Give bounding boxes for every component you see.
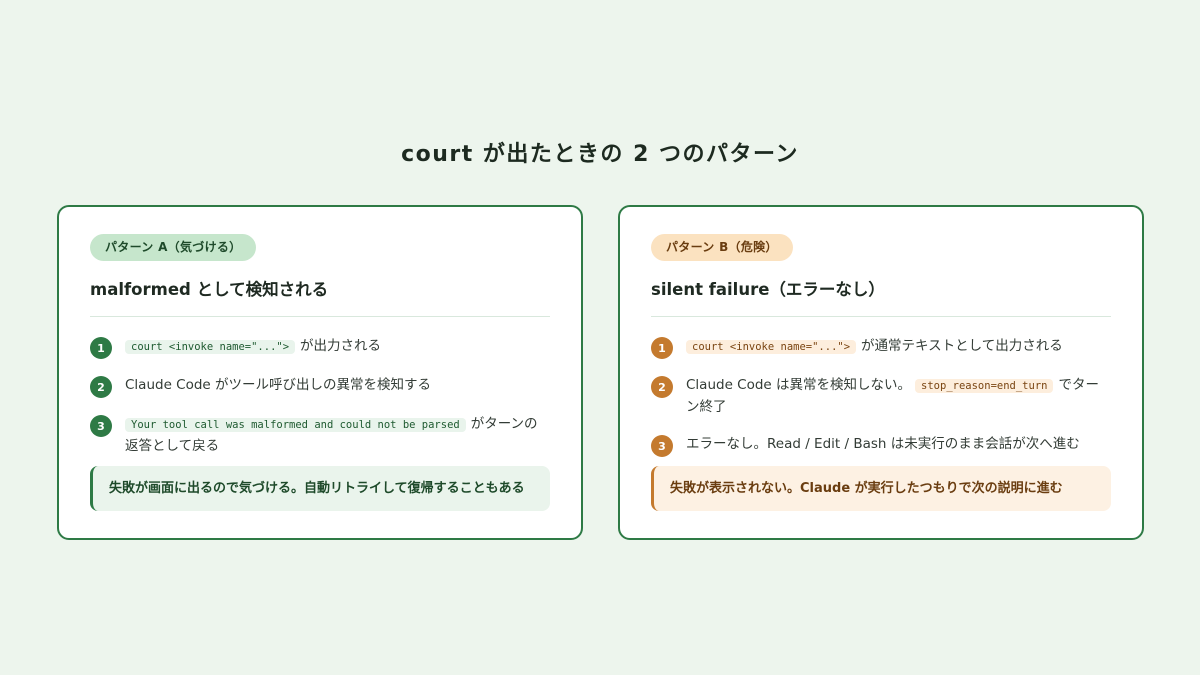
step-label: が出力される [300, 338, 382, 354]
pattern-a-callout: 失敗が画面に出るので気づける。自動リトライして復帰することもある [90, 466, 550, 511]
pattern-b-card: パターン B（危険） silent failure（エラーなし） 1 court… [618, 205, 1144, 540]
pattern-b-callout: 失敗が表示されない。Claude が実行したつもりで次の説明に進む [651, 466, 1111, 511]
step-text: エラーなし。Read / Edit / Bash は未実行のまま会話が次へ進む [686, 434, 1111, 455]
step-text: court <invoke name="..."> が出力される [125, 336, 550, 358]
step-number-badge: 3 [651, 435, 673, 457]
step-number-badge: 1 [90, 337, 112, 359]
step-label-prefix: Claude Code は異常を検知しない。 [686, 377, 912, 393]
pattern-a-heading: malformed として検知される [90, 276, 550, 317]
step-item: 2 Claude Code がツール呼び出しの異常を検知する [90, 375, 550, 398]
pattern-a-steps: 1 court <invoke name="..."> が出力される 2 Clau… [90, 336, 550, 457]
step-number-badge: 2 [651, 376, 673, 398]
step-text: Claude Code は異常を検知しない。 stop_reason=end_tu… [686, 375, 1111, 418]
step-item: 1 court <invoke name="..."> が出力される [90, 336, 550, 359]
pattern-a-badge: パターン A（気づける） [90, 234, 257, 261]
step-item: 2 Claude Code は異常を検知しない。 stop_reason=end_… [651, 375, 1111, 418]
pattern-b-badge: パターン B（危険） [651, 234, 793, 261]
step-text: Your tool call was malformed and could n… [125, 414, 550, 457]
code-snippet: court <invoke name="..."> [125, 340, 296, 354]
step-item: 3 エラーなし。Read / Edit / Bash は未実行のまま会話が次へ進… [651, 434, 1111, 457]
step-text: court <invoke name="..."> が通常テキストとして出力される [686, 336, 1111, 358]
pattern-b-steps: 1 court <invoke name="..."> が通常テキストとして出力さ… [651, 336, 1111, 457]
pattern-a-card: パターン A（気づける） malformed として検知される 1 court … [57, 205, 583, 540]
code-snippet: Your tool call was malformed and could n… [125, 418, 466, 432]
code-snippet: stop_reason=end_turn [915, 379, 1054, 393]
pattern-b-heading: silent failure（エラーなし） [651, 276, 1111, 317]
step-item: 3 Your tool call was malformed and could… [90, 414, 550, 457]
step-text: Claude Code がツール呼び出しの異常を検知する [125, 375, 550, 396]
step-number-badge: 1 [651, 337, 673, 359]
step-label: Claude Code がツール呼び出しの異常を検知する [125, 377, 432, 393]
step-label: が通常テキストとして出力される [861, 338, 1063, 354]
step-label: エラーなし。Read / Edit / Bash は未実行のまま会話が次へ進む [686, 436, 1080, 452]
step-item: 1 court <invoke name="..."> が通常テキストとして出力さ… [651, 336, 1111, 359]
page-title: court が出たときの 2 つのパターン [401, 142, 799, 167]
step-number-badge: 2 [90, 376, 112, 398]
step-number-badge: 3 [90, 415, 112, 437]
code-snippet: court <invoke name="..."> [686, 340, 857, 354]
